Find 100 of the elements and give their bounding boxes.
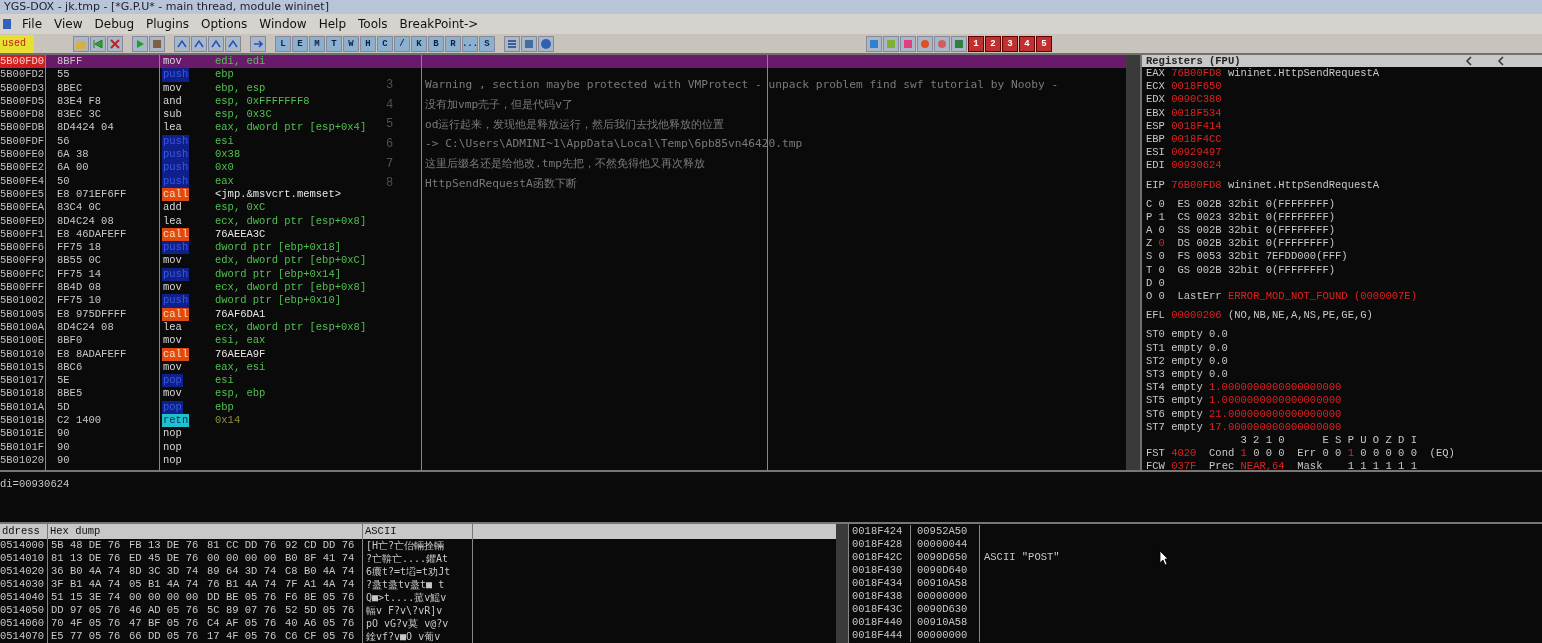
plugin-icon[interactable]	[900, 35, 916, 52]
plugin-icon[interactable]	[883, 35, 899, 52]
address-cell[interactable]: 5B00FF9	[0, 254, 45, 268]
toolbar-button[interactable]: S	[479, 35, 495, 52]
register-text: 76B00FD8	[1171, 178, 1222, 191]
menu-item[interactable]: Debug	[89, 17, 140, 31]
column-header[interactable]: Hex dump	[48, 524, 363, 539]
address-cell[interactable]: 5B0100E	[0, 334, 45, 348]
address-cell[interactable]: 5B00FDF	[0, 134, 45, 149]
hex-cell-text: 8BEC	[56, 81, 84, 95]
step-icon[interactable]	[191, 35, 207, 52]
hex-cell-text: 7F A1 4A 74	[284, 578, 356, 591]
arrow-left-icon[interactable]	[1464, 56, 1473, 66]
menu-item[interactable]: Tools	[353, 17, 393, 31]
step-icon[interactable]	[225, 35, 241, 52]
address-cell[interactable]: 5B01017	[0, 374, 45, 388]
list-icon[interactable]	[504, 35, 520, 52]
menu-item[interactable]: Plugins	[141, 17, 195, 31]
address-cell[interactable]: 5B00FE2	[0, 161, 45, 175]
menu-item[interactable]: Help	[313, 17, 352, 31]
number-button[interactable]: 5	[1036, 35, 1052, 52]
pause-icon[interactable]	[149, 35, 165, 52]
register-text: 00930624	[1171, 159, 1222, 172]
play-icon[interactable]	[132, 35, 148, 52]
arrow-left-icon[interactable]	[1496, 56, 1505, 66]
number-button[interactable]: 3	[1002, 35, 1018, 52]
operand-cell: esi, eax	[215, 334, 266, 348]
address-cell[interactable]: 5B01010	[0, 347, 45, 361]
address-cell[interactable]: 5B00FE0	[0, 148, 45, 162]
toolbar-button[interactable]: ...	[462, 35, 478, 52]
register-text: Mask 1 1 1 1 1 1	[1296, 460, 1417, 473]
toolbar-button[interactable]: E	[292, 35, 308, 52]
address-cell[interactable]: 5B00FFF	[0, 281, 45, 295]
number-button[interactable]: 1	[968, 35, 984, 52]
address-cell[interactable]: 5B00FE5	[0, 187, 45, 202]
toolbar-button[interactable]: L	[275, 35, 291, 52]
address-cell[interactable]: 5B01005	[0, 307, 45, 321]
menu-item[interactable]: Options	[196, 17, 253, 31]
scrollbar[interactable]	[836, 524, 848, 643]
toolbar-button[interactable]: T	[326, 35, 342, 52]
address-cell[interactable]: 5B0101B	[0, 414, 45, 428]
toolbar-button[interactable]: R	[445, 35, 461, 52]
mnemonic-cell: push	[162, 148, 190, 162]
scrollbar[interactable]	[1126, 55, 1140, 470]
address-cell[interactable]: 5B00FDB	[0, 121, 45, 135]
address-cell[interactable]: 5B00FFC	[0, 267, 45, 282]
number-button[interactable]: 4	[1019, 35, 1035, 52]
toolbar-button[interactable]: C	[377, 35, 393, 52]
trace-icon[interactable]	[250, 35, 266, 52]
menu-item[interactable]: Window	[254, 17, 312, 31]
address-cell[interactable]: 5B00FE4	[0, 174, 45, 188]
address-cell[interactable]: 5B01002	[0, 294, 45, 308]
step-icon[interactable]	[174, 35, 190, 52]
hex-cell-text: 8D4424 04	[56, 121, 115, 135]
address-cell[interactable]: 5B00FD8	[0, 108, 45, 122]
address-cell[interactable]: 5B00FD3	[0, 81, 45, 95]
address-cell[interactable]: 5B0101E	[0, 427, 45, 441]
register-text: 0 0 0 0 0 (EQ)	[1359, 447, 1455, 460]
close-icon[interactable]	[107, 35, 123, 52]
address-cell[interactable]: 5B00FD2	[0, 68, 45, 82]
operand-cell: esp, 0xC	[215, 201, 266, 215]
register-text: Z	[1146, 237, 1154, 250]
address-cell[interactable]: 5B0100A	[0, 320, 45, 335]
menu-item[interactable]: File	[17, 17, 48, 31]
options-icon[interactable]	[521, 35, 537, 52]
address-cell[interactable]: 5B01020	[0, 453, 45, 468]
number-button[interactable]: 2	[985, 35, 1001, 52]
plugin-icon[interactable]	[951, 35, 967, 52]
toolbar-button[interactable]: /	[394, 35, 410, 52]
address-cell[interactable]: 5B00FED	[0, 214, 45, 228]
menu-item[interactable]: BreakPoint->	[394, 17, 484, 31]
open-icon[interactable]	[73, 35, 89, 52]
value-cell: 00910A58	[911, 616, 980, 629]
toolbar-button[interactable]: H	[360, 35, 376, 52]
mnemonic-cell: push	[162, 161, 190, 175]
step-icon[interactable]	[208, 35, 224, 52]
address-cell[interactable]: 5B00FEA	[0, 201, 45, 215]
hex-cell-text: 5C 89 07 76	[206, 604, 278, 617]
address-cell[interactable]: 5B00FD0	[0, 55, 45, 69]
address-cell[interactable]: 5B00FD5	[0, 94, 45, 109]
menu-item[interactable]: View	[49, 17, 88, 31]
toolbar-button[interactable]: M	[309, 35, 325, 52]
toolbar-button[interactable]: K	[411, 35, 427, 52]
plugin-icon[interactable]	[917, 35, 933, 52]
plugin-icon[interactable]	[866, 35, 882, 52]
restart-icon[interactable]	[90, 35, 106, 52]
register-text: 21.000000000000000000	[1209, 407, 1342, 420]
help-icon[interactable]	[538, 35, 554, 52]
address-cell[interactable]: 5B0101F	[0, 440, 45, 454]
address-cell[interactable]: 5B00FF1	[0, 227, 45, 242]
column-header[interactable]: ASCII	[363, 524, 473, 539]
address-cell[interactable]: 5B01018	[0, 387, 45, 401]
toolbar-button[interactable]: B	[428, 35, 444, 52]
address-cell[interactable]: 5B01015	[0, 360, 45, 375]
column-header[interactable]: ddress	[0, 524, 48, 539]
toolbar-button[interactable]: W	[343, 35, 359, 52]
status-indicator: used	[0, 34, 34, 53]
address-cell[interactable]: 5B0101A	[0, 400, 45, 414]
address-cell[interactable]: 5B00FF6	[0, 241, 45, 255]
plugin-icon[interactable]	[934, 35, 950, 52]
